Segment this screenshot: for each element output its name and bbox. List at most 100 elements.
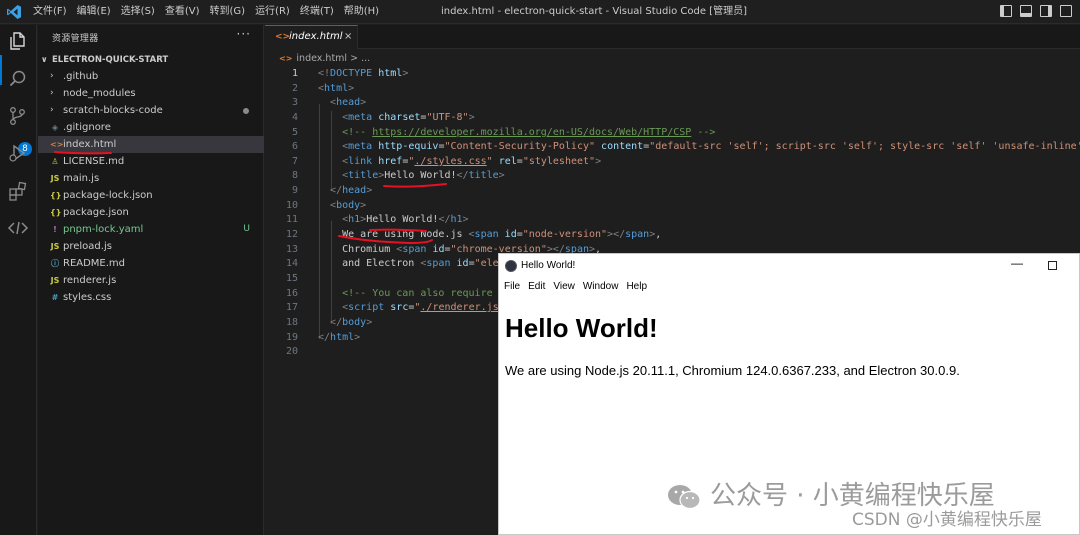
explorer-item-main-js[interactable]: JS main.js — [38, 170, 264, 187]
app-menu-window[interactable]: Window — [583, 278, 619, 296]
code-token: html — [324, 82, 349, 94]
line-number: 7 — [291, 155, 298, 167]
search-icon[interactable] — [7, 68, 29, 90]
menu-item-3[interactable]: 查看(V) — [165, 0, 200, 24]
app-menu-help[interactable]: Help — [626, 278, 647, 296]
code-token: > — [498, 170, 505, 182]
license-file-icon: ♙ — [51, 157, 59, 166]
code-token: </ — [438, 214, 451, 226]
explorer-item-package-lock-json[interactable]: {} package-lock.json — [38, 187, 264, 204]
explorer-item-index-html[interactable]: <> index.html — [38, 136, 264, 153]
menu-item-7[interactable]: 帮助(H) — [344, 0, 379, 24]
code-token: and Electron — [318, 258, 421, 270]
tab-index-html[interactable]: <> index.html × — [265, 25, 358, 49]
explorer-item-label: preload.js — [63, 241, 112, 252]
code-token: ./renderer.js — [420, 302, 499, 314]
explorer-item-package-json[interactable]: {} package.json — [38, 204, 264, 221]
menu-item-1[interactable]: 编辑(E) — [77, 0, 111, 24]
workspace-folder-header[interactable]: ∨ ELECTRON-QUICK-START — [38, 52, 264, 68]
code-line: 7 <link href="./styles.css" rel="stylesh… — [265, 155, 1080, 170]
explorer-item-license-md[interactable]: ♙ LICENSE.md — [38, 153, 264, 170]
customize-layout-icon[interactable] — [1060, 5, 1072, 17]
code-text: <h1>Hello World!</h1> — [318, 213, 468, 228]
source-control-icon[interactable] — [7, 105, 29, 127]
breadcrumb-file[interactable]: index.html — [296, 53, 347, 64]
app-window-title: Hello World! — [521, 260, 576, 271]
code-token: <!-- — [342, 126, 373, 138]
menu-item-4[interactable]: 转到(G) — [210, 0, 246, 24]
minimize-button[interactable]: — — [1011, 256, 1023, 270]
explorer-item-label: renderer.js — [63, 275, 117, 286]
code-token: "ele — [474, 258, 499, 270]
line-number: 12 — [285, 229, 298, 241]
explorer-item-styles-css[interactable]: # styles.css — [38, 289, 264, 306]
code-token: DOCTYPE — [330, 68, 373, 79]
explorer-item-label: main.js — [63, 173, 100, 184]
breadcrumb-symbol[interactable]: ... — [361, 53, 370, 64]
menu-item-0[interactable]: 文件(F) — [33, 0, 67, 24]
menu-item-5[interactable]: 运行(R) — [255, 0, 290, 24]
explorer-item-preload-js[interactable]: JS preload.js — [38, 238, 264, 255]
explorer-item-node-modules[interactable]: › node_modules — [38, 85, 264, 102]
extensions-icon[interactable] — [7, 180, 29, 202]
code-token: rel — [498, 155, 517, 167]
code-token: content — [601, 141, 644, 153]
more-actions-button[interactable]: ··· — [237, 27, 251, 41]
code-token: --> — [691, 126, 716, 138]
code-token: h1 — [348, 214, 361, 226]
maximize-button[interactable] — [1048, 261, 1057, 270]
explorer-item-scratch-blocks-code[interactable]: › scratch-blocks-code — [38, 102, 264, 119]
close-icon[interactable]: × — [344, 26, 352, 48]
code-token: </ — [330, 316, 343, 328]
menu-item-2[interactable]: 选择(S) — [121, 0, 155, 24]
code-text: <meta charset="UTF-8"> — [318, 111, 475, 126]
toggle-primary-sidebar-icon[interactable] — [1000, 5, 1012, 17]
code-line: 6 <meta http-equiv="Content-Security-Pol… — [265, 140, 1080, 155]
toggle-panel-icon[interactable] — [1020, 5, 1032, 17]
explorer-item-pnpm-lock-yaml[interactable]: ! pnpm-lock.yaml U — [38, 221, 264, 238]
remote-explorer-icon[interactable] — [7, 217, 29, 239]
md-file-icon: ⓘ — [51, 259, 59, 268]
explorer-item-gitignore[interactable]: ◈ .gitignore — [38, 119, 264, 136]
code-token: > — [348, 82, 355, 94]
yaml-file-icon: ! — [53, 225, 57, 234]
file-tree: › .github › node_modules › scratch-blocks-cod… — [38, 68, 264, 306]
run-debug-icon[interactable] — [7, 142, 29, 164]
line-number: 18 — [285, 316, 298, 328]
code-token: id — [456, 258, 469, 270]
line-number: 13 — [285, 243, 298, 255]
app-menu-bar: File Edit View Window Help — [499, 278, 650, 296]
code-token: Chromium — [318, 243, 397, 255]
js-file-icon: JS — [50, 174, 60, 183]
json-file-icon: {} — [50, 191, 62, 200]
code-text: We are using Node.js <span id="node-vers… — [318, 228, 661, 243]
explorer-item-renderer-js[interactable]: JS renderer.js — [38, 272, 264, 289]
toggle-secondary-sidebar-icon[interactable] — [1040, 5, 1052, 17]
explorer-sidebar: 资源管理器 ··· ∨ ELECTRON-QUICK-START › .githu… — [38, 25, 264, 535]
code-line: 12 We are using Node.js <span id="node-v… — [265, 228, 1080, 243]
app-menu-view[interactable]: View — [553, 278, 575, 296]
menu-bar: 文件(F) 编辑(E) 选择(S) 查看(V) 转到(G) 运行(R) 终端(T) 帮助(H) — [33, 0, 389, 24]
active-view-indicator — [0, 55, 2, 85]
code-token: meta — [348, 111, 373, 123]
line-number: 17 — [285, 302, 298, 314]
editor-tab-bar: <> index.html × — [265, 25, 1080, 49]
explorer-item-github[interactable]: › .github — [38, 68, 264, 85]
tab-label: index.html — [289, 31, 343, 42]
app-menu-file[interactable]: File — [504, 278, 520, 296]
code-token: src — [390, 302, 409, 314]
wechat-logo-icon — [668, 484, 701, 509]
explorer-item-readme-md[interactable]: ⓘ README.md — [38, 255, 264, 272]
title-bar: 文件(F) 编辑(E) 选择(S) 查看(V) 转到(G) 运行(R) 终端(T) 帮助(H)… — [0, 0, 1080, 24]
explorer-icon[interactable] — [7, 30, 29, 52]
code-token: span — [625, 229, 650, 241]
menu-item-6[interactable]: 终端(T) — [300, 0, 334, 24]
code-text: <!DOCTYPE html> — [318, 67, 408, 82]
html-file-icon: <> — [50, 140, 64, 149]
code-token: html — [330, 331, 355, 343]
app-menu-edit[interactable]: Edit — [528, 278, 545, 296]
code-text: <head> — [318, 96, 366, 111]
